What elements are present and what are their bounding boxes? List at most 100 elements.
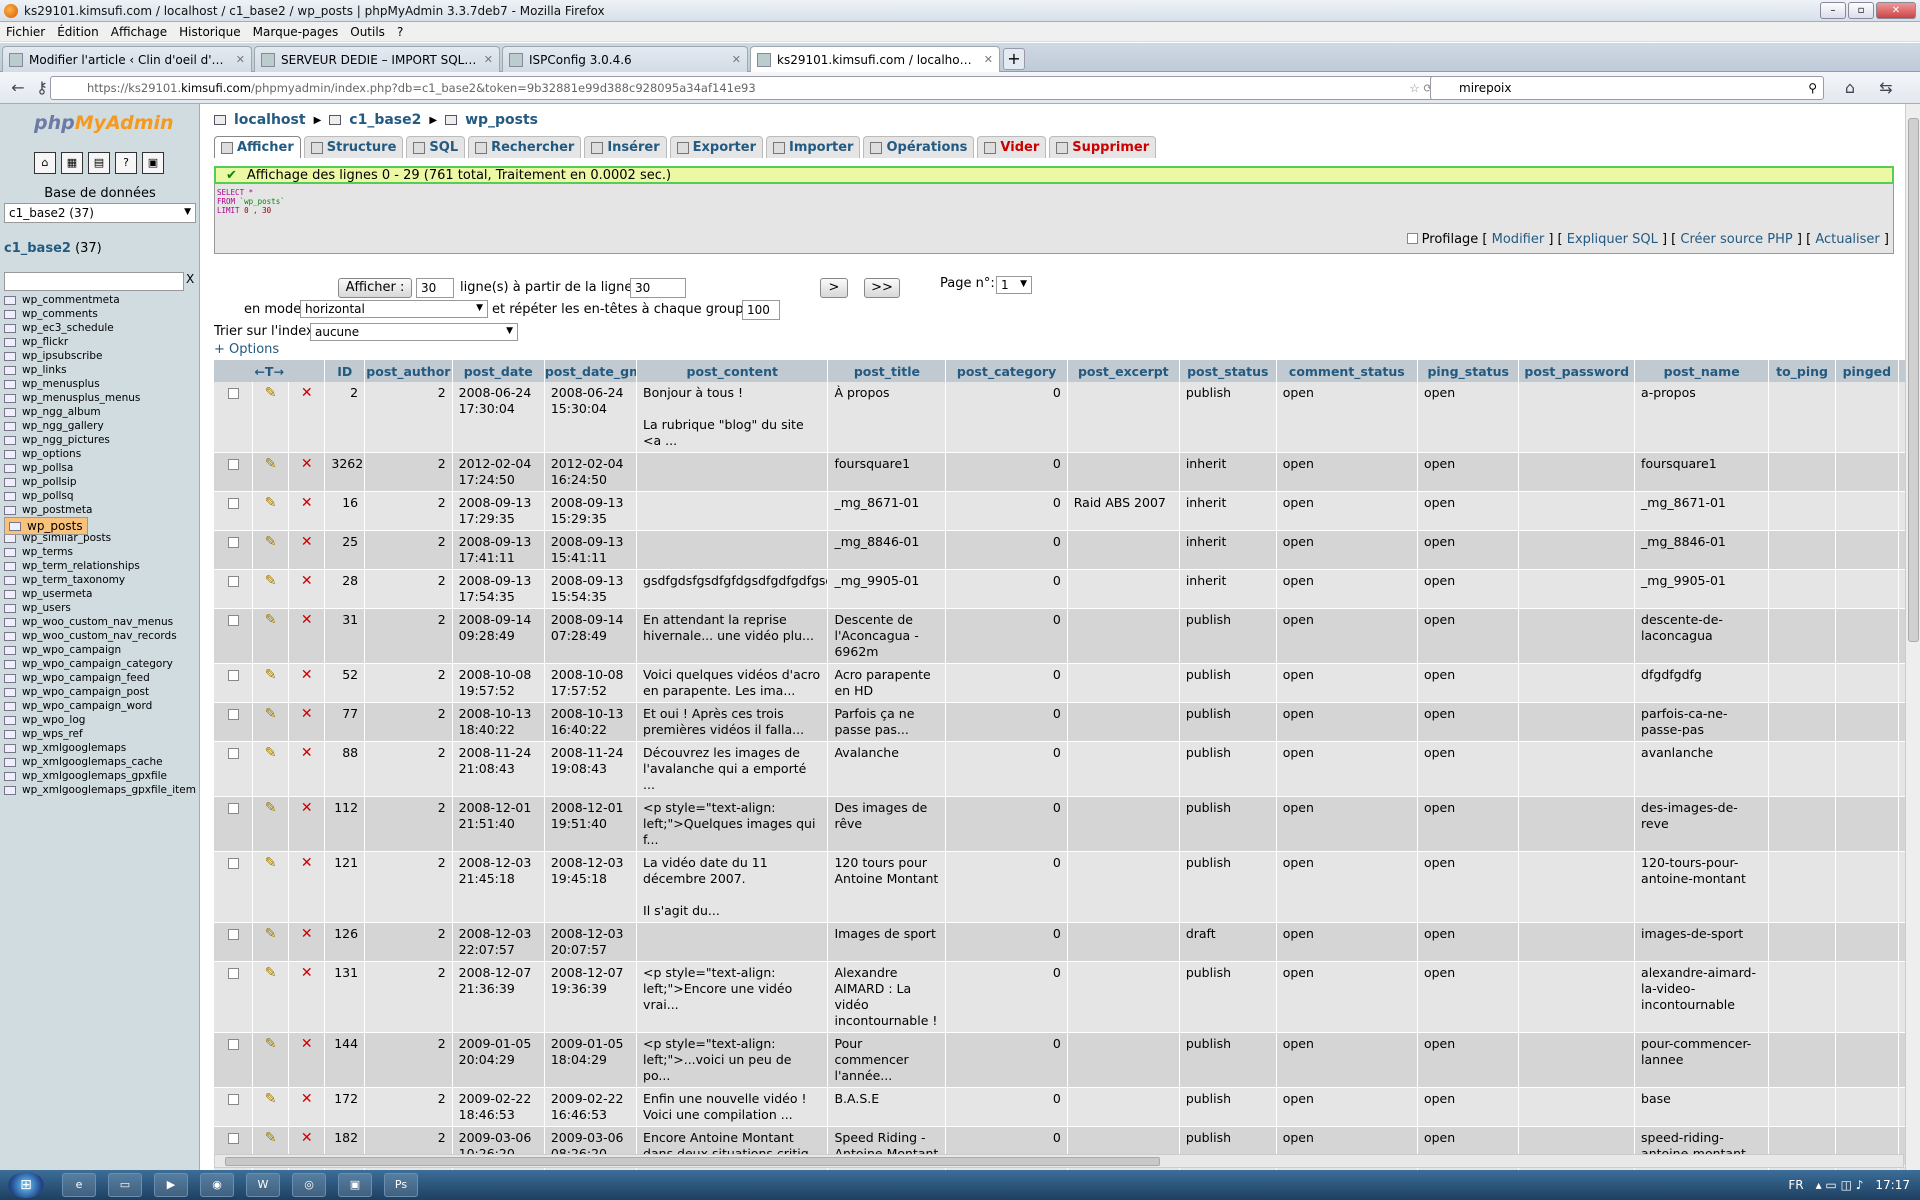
- table-icon[interactable]: [4, 547, 16, 557]
- home-icon[interactable]: ⌂: [34, 152, 56, 174]
- sidebar-table-item[interactable]: wp_ipsubscribe: [4, 349, 200, 363]
- table-icon[interactable]: [4, 729, 16, 739]
- row-checkbox[interactable]: [214, 851, 254, 923]
- scroll-thumb[interactable]: [225, 1157, 1160, 1166]
- sidebar-table-item[interactable]: wp_term_taxonomy: [4, 573, 200, 587]
- addon-icon[interactable]: ⇆: [1874, 77, 1898, 99]
- sidebar-table-label[interactable]: wp_postmeta: [22, 503, 92, 517]
- delete-icon[interactable]: ✕: [288, 1087, 326, 1127]
- table-icon[interactable]: [4, 449, 16, 459]
- edit-icon[interactable]: ✎: [252, 530, 290, 570]
- url-bar[interactable]: https://ks29101. kimsufi.com/phpmyadmin/i…: [50, 76, 1442, 100]
- edit-icon[interactable]: ✎: [252, 796, 290, 852]
- modifier-link[interactable]: Modifier: [1492, 232, 1545, 247]
- repeat-input[interactable]: 100: [742, 300, 780, 320]
- start-button[interactable]: ⊞: [8, 1172, 44, 1198]
- col-post-status[interactable]: post_status: [1179, 360, 1277, 382]
- sidebar-table-label[interactable]: wp_ngg_album: [22, 405, 101, 419]
- table-row[interactable]: ✎ ✕ 25 2 2008-09-13 17:41:11 2008-09-13 15:41…: [214, 530, 1920, 570]
- table-row[interactable]: ✎ ✕ 31 2 2008-09-14 09:28:49 2008-09-14 07:28…: [214, 608, 1920, 664]
- table-icon[interactable]: [4, 393, 16, 403]
- sidebar-table-label[interactable]: wp_wpo_log: [22, 713, 85, 727]
- col-post-date[interactable]: post_date: [452, 360, 545, 382]
- edit-icon[interactable]: ✎: [252, 1087, 290, 1127]
- row-checkbox[interactable]: [214, 796, 254, 852]
- col-post-content[interactable]: post_content: [636, 360, 829, 382]
- close-tab-icon[interactable]: ✕: [732, 53, 741, 66]
- menu-edition[interactable]: Édition: [51, 25, 105, 39]
- sidebar-table-item[interactable]: wp_comments: [4, 307, 200, 321]
- table-icon[interactable]: [4, 309, 16, 319]
- next-page-button[interactable]: >: [820, 278, 848, 298]
- sidebar-table-label[interactable]: wp_ipsubscribe: [22, 349, 102, 363]
- table-row[interactable]: ✎ ✕ 131 2 2008-12-07 21:36:39 2008-12-07 19:3…: [214, 961, 1920, 1033]
- table-icon[interactable]: [4, 561, 16, 571]
- table-icon[interactable]: [4, 687, 16, 697]
- sidebar-table-label[interactable]: wp_ngg_pictures: [22, 433, 110, 447]
- sidebar-table-item[interactable]: wp_xmlgooglemaps: [4, 741, 200, 755]
- delete-icon[interactable]: ✕: [288, 1032, 326, 1088]
- table-icon[interactable]: [4, 491, 16, 501]
- table-row[interactable]: ✎ ✕ 16 2 2008-09-13 17:29:35 2008-09-13 15:29…: [214, 491, 1920, 531]
- sidebar-table-item[interactable]: wp_wpo_campaign_category: [4, 657, 200, 671]
- folder-icon[interactable]: ▣: [338, 1173, 372, 1197]
- sidebar-table-item[interactable]: wp_menusplus_menus: [4, 391, 200, 405]
- sql-docs-icon[interactable]: ▤: [88, 152, 110, 174]
- menu-outils[interactable]: Outils: [344, 25, 391, 39]
- tab-structure[interactable]: Structure: [303, 136, 404, 158]
- col-post-author[interactable]: post_author: [364, 360, 453, 382]
- edit-icon[interactable]: ✎: [252, 382, 290, 453]
- sidebar-table-label[interactable]: wp_menusplus_menus: [22, 391, 140, 405]
- tab-importer[interactable]: Importer: [765, 136, 861, 158]
- delete-icon[interactable]: ✕: [288, 851, 326, 923]
- sidebar-table-item[interactable]: wp_pollsq: [4, 489, 200, 503]
- table-icon[interactable]: [4, 337, 16, 347]
- media-player-icon[interactable]: ▶: [154, 1173, 188, 1197]
- delete-icon[interactable]: ✕: [288, 922, 326, 962]
- close-window-button[interactable]: ✕: [1876, 2, 1916, 19]
- table-icon[interactable]: [9, 521, 21, 531]
- table-icon[interactable]: [4, 379, 16, 389]
- table-icon[interactable]: [4, 673, 16, 683]
- profilage-checkbox[interactable]: [1406, 233, 1418, 244]
- table-icon[interactable]: [4, 421, 16, 431]
- table-icon[interactable]: [4, 603, 16, 613]
- ie-icon[interactable]: e: [62, 1173, 96, 1197]
- scroll-thumb[interactable]: [1908, 118, 1919, 642]
- table-row[interactable]: ✎ ✕ 52 2 2008-10-08 19:57:52 2008-10-08 17:57…: [214, 663, 1920, 703]
- edit-icon[interactable]: ✎: [252, 569, 290, 609]
- crumb-server[interactable]: localhost: [234, 112, 306, 128]
- sidebar-table-label[interactable]: wp_wpo_campaign_category: [22, 657, 173, 671]
- tab-phpmyadmin[interactable]: ks29101.kimsufi.com / localhost / c1_...…: [750, 46, 1000, 72]
- word-icon[interactable]: W: [246, 1173, 280, 1197]
- page-select[interactable]: 1 ▼: [996, 276, 1032, 294]
- query-window-icon[interactable]: ▦: [61, 152, 83, 174]
- sidebar-table-label[interactable]: wp_xmlgooglemaps: [22, 741, 126, 755]
- delete-icon[interactable]: ✕: [288, 702, 326, 742]
- sidebar-table-item[interactable]: wp_terms: [4, 545, 200, 559]
- table-icon[interactable]: [4, 743, 16, 753]
- column-arrows-header[interactable]: ←T→: [214, 360, 326, 382]
- sidebar-table-item[interactable]: wp_woo_custom_nav_menus: [4, 615, 200, 629]
- row-checkbox[interactable]: [214, 608, 254, 664]
- sidebar-table-label[interactable]: wp_pollsq: [22, 489, 74, 503]
- tab-supprimer[interactable]: Supprimer: [1049, 136, 1157, 158]
- row-checkbox[interactable]: [214, 569, 254, 609]
- options-link[interactable]: + Options: [214, 342, 279, 357]
- sidebar-table-item[interactable]: wp_ngg_gallery: [4, 419, 200, 433]
- db-name[interactable]: c1_base2 (37): [4, 241, 102, 256]
- sidebar-table-item[interactable]: wp_ngg_album: [4, 405, 200, 419]
- mode-select[interactable]: horizontal ▼: [300, 300, 488, 318]
- table-row[interactable]: ✎ ✕ 112 2 2008-12-01 21:51:40 2008-12-01 19:5…: [214, 796, 1920, 852]
- row-checkbox[interactable]: [214, 741, 254, 797]
- row-checkbox[interactable]: [214, 491, 254, 531]
- edit-icon[interactable]: ✎: [252, 1032, 290, 1088]
- phpmyadmin-logo[interactable]: phpMyAdmin: [34, 112, 174, 134]
- new-tab-button[interactable]: +: [1003, 48, 1025, 70]
- sidebar-table-label[interactable]: wp_wpo_campaign: [22, 643, 121, 657]
- delete-icon[interactable]: ✕: [288, 530, 326, 570]
- sidebar-table-item[interactable]: wp_postmeta: [4, 503, 200, 517]
- sidebar-table-label[interactable]: wp_term_taxonomy: [22, 573, 125, 587]
- sidebar-table-label[interactable]: wp_wpo_campaign_word: [22, 699, 152, 713]
- row-checkbox[interactable]: [214, 702, 254, 742]
